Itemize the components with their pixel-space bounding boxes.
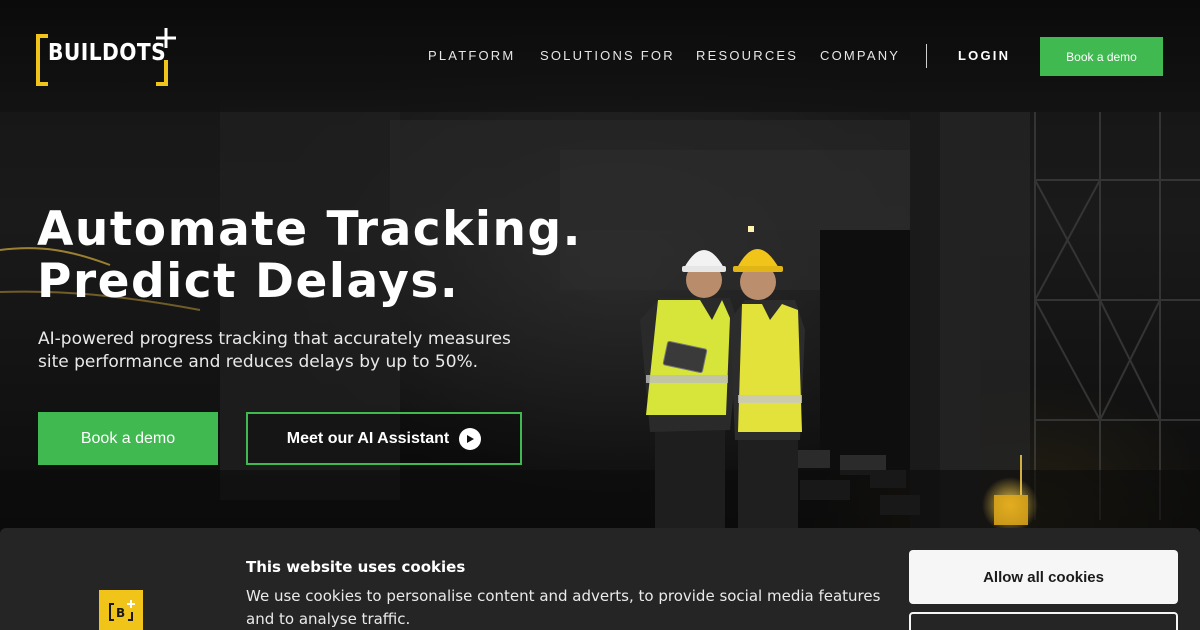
book-demo-button[interactable]: Book a demo	[38, 412, 218, 465]
play-icon	[459, 427, 482, 450]
nav-item-resources[interactable]: RESOURCES	[696, 48, 798, 63]
cookie-description: We use cookies to personalise content an…	[246, 587, 881, 628]
nav-item-company[interactable]: COMPANY	[820, 48, 900, 63]
site-header: BUILDOTS PLATFORM SOLUTIONS FOR RESOURCE…	[0, 0, 1200, 112]
cookie-secondary-button[interactable]	[909, 612, 1178, 630]
bracket-icon: B	[109, 600, 135, 621]
buildots-logo[interactable]: BUILDOTS	[36, 26, 180, 88]
login-link[interactable]: LOGIN	[958, 48, 1010, 63]
headline-line-1: Automate Tracking.	[37, 202, 582, 257]
logo-wordmark: BUILDOTS	[48, 40, 167, 66]
cookie-banner: B This website uses cookies We use cooki…	[0, 528, 1200, 630]
nav-item-platform[interactable]: PLATFORM	[428, 48, 515, 63]
nav-item-solutions[interactable]: SOLUTIONS FOR	[540, 48, 675, 63]
hero-subtext: AI-powered progress tracking that accura…	[38, 329, 511, 372]
hero-headline: Automate Tracking. Predict Delays.	[37, 204, 582, 308]
ai-assistant-label: Meet our AI Assistant	[286, 429, 450, 447]
worker-left	[640, 250, 740, 530]
ai-assistant-button[interactable]: Meet our AI Assistant	[246, 412, 522, 465]
headline-line-2: Predict Delays.	[37, 254, 460, 309]
allow-all-cookies-button[interactable]: Allow all cookies	[909, 550, 1178, 604]
cookie-title: This website uses cookies	[246, 558, 466, 576]
header-book-demo-button[interactable]: Book a demo	[1040, 37, 1163, 76]
cookie-brand-icon: B	[99, 590, 143, 630]
nav-divider	[926, 44, 927, 68]
svg-text:B: B	[116, 606, 125, 620]
